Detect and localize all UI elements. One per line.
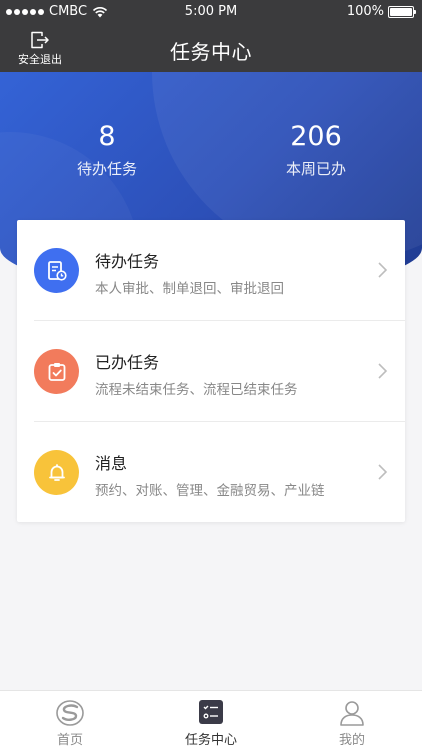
stat-value: 206	[290, 121, 342, 152]
status-bar: CMBC 5:00 PM 100%	[0, 0, 422, 24]
battery-percent: 100%	[346, 4, 384, 19]
bottom-tab-bar: 首页 任务中心 我的	[0, 690, 422, 750]
stat-done-this-week[interactable]: 206 本周已办	[226, 120, 406, 179]
tab-label: 我的	[338, 733, 365, 748]
tab-label: 任务中心	[184, 733, 237, 748]
user-icon	[340, 701, 364, 726]
status-right: 100%	[346, 4, 416, 19]
tab-home[interactable]: 首页	[0, 691, 140, 750]
page-title: 任务中心	[170, 40, 252, 64]
bell-icon	[34, 450, 79, 495]
chevron-right-icon	[378, 464, 388, 480]
home-logo-icon	[56, 700, 84, 726]
menu-item-completed-tasks[interactable]: 已办任务 流程未结束任务、流程已结束任务	[17, 321, 405, 422]
todo-document-icon	[34, 248, 79, 293]
task-menu-card: 待办任务 本人审批、制单退回、审批退回 已办任务 流程未结束任务、流程已结束任务	[17, 220, 405, 522]
chevron-right-icon	[378, 363, 388, 379]
tab-mine[interactable]: 我的	[282, 691, 422, 750]
battery-icon	[388, 5, 416, 18]
menu-item-subtitle: 本人审批、制单退回、审批退回	[95, 281, 284, 297]
chevron-right-icon	[378, 262, 388, 278]
tab-task-center[interactable]: 任务中心	[141, 691, 281, 750]
menu-item-subtitle: 流程未结束任务、流程已结束任务	[95, 382, 298, 398]
stat-pending-tasks[interactable]: 8 待办任务	[17, 120, 197, 179]
nav-bar: 安全退出 任务中心	[0, 24, 422, 72]
tab-label: 首页	[56, 733, 83, 748]
menu-item-title: 已办任务	[95, 353, 160, 372]
stat-label: 本周已办	[285, 160, 346, 178]
stat-value: 8	[98, 121, 116, 152]
task-list-icon	[199, 700, 223, 724]
menu-item-pending-tasks[interactable]: 待办任务 本人审批、制单退回、审批退回	[17, 220, 405, 321]
menu-item-title: 待办任务	[95, 252, 160, 271]
top-header: CMBC 5:00 PM 100% 安全退出 任务中心	[0, 0, 422, 72]
menu-item-title: 消息	[95, 454, 128, 473]
clipboard-check-icon	[34, 349, 79, 394]
menu-item-messages[interactable]: 消息 预约、对账、管理、金融贸易、产业链	[17, 422, 405, 523]
menu-item-subtitle: 预约、对账、管理、金融贸易、产业链	[95, 483, 325, 499]
stat-label: 待办任务	[76, 160, 137, 178]
